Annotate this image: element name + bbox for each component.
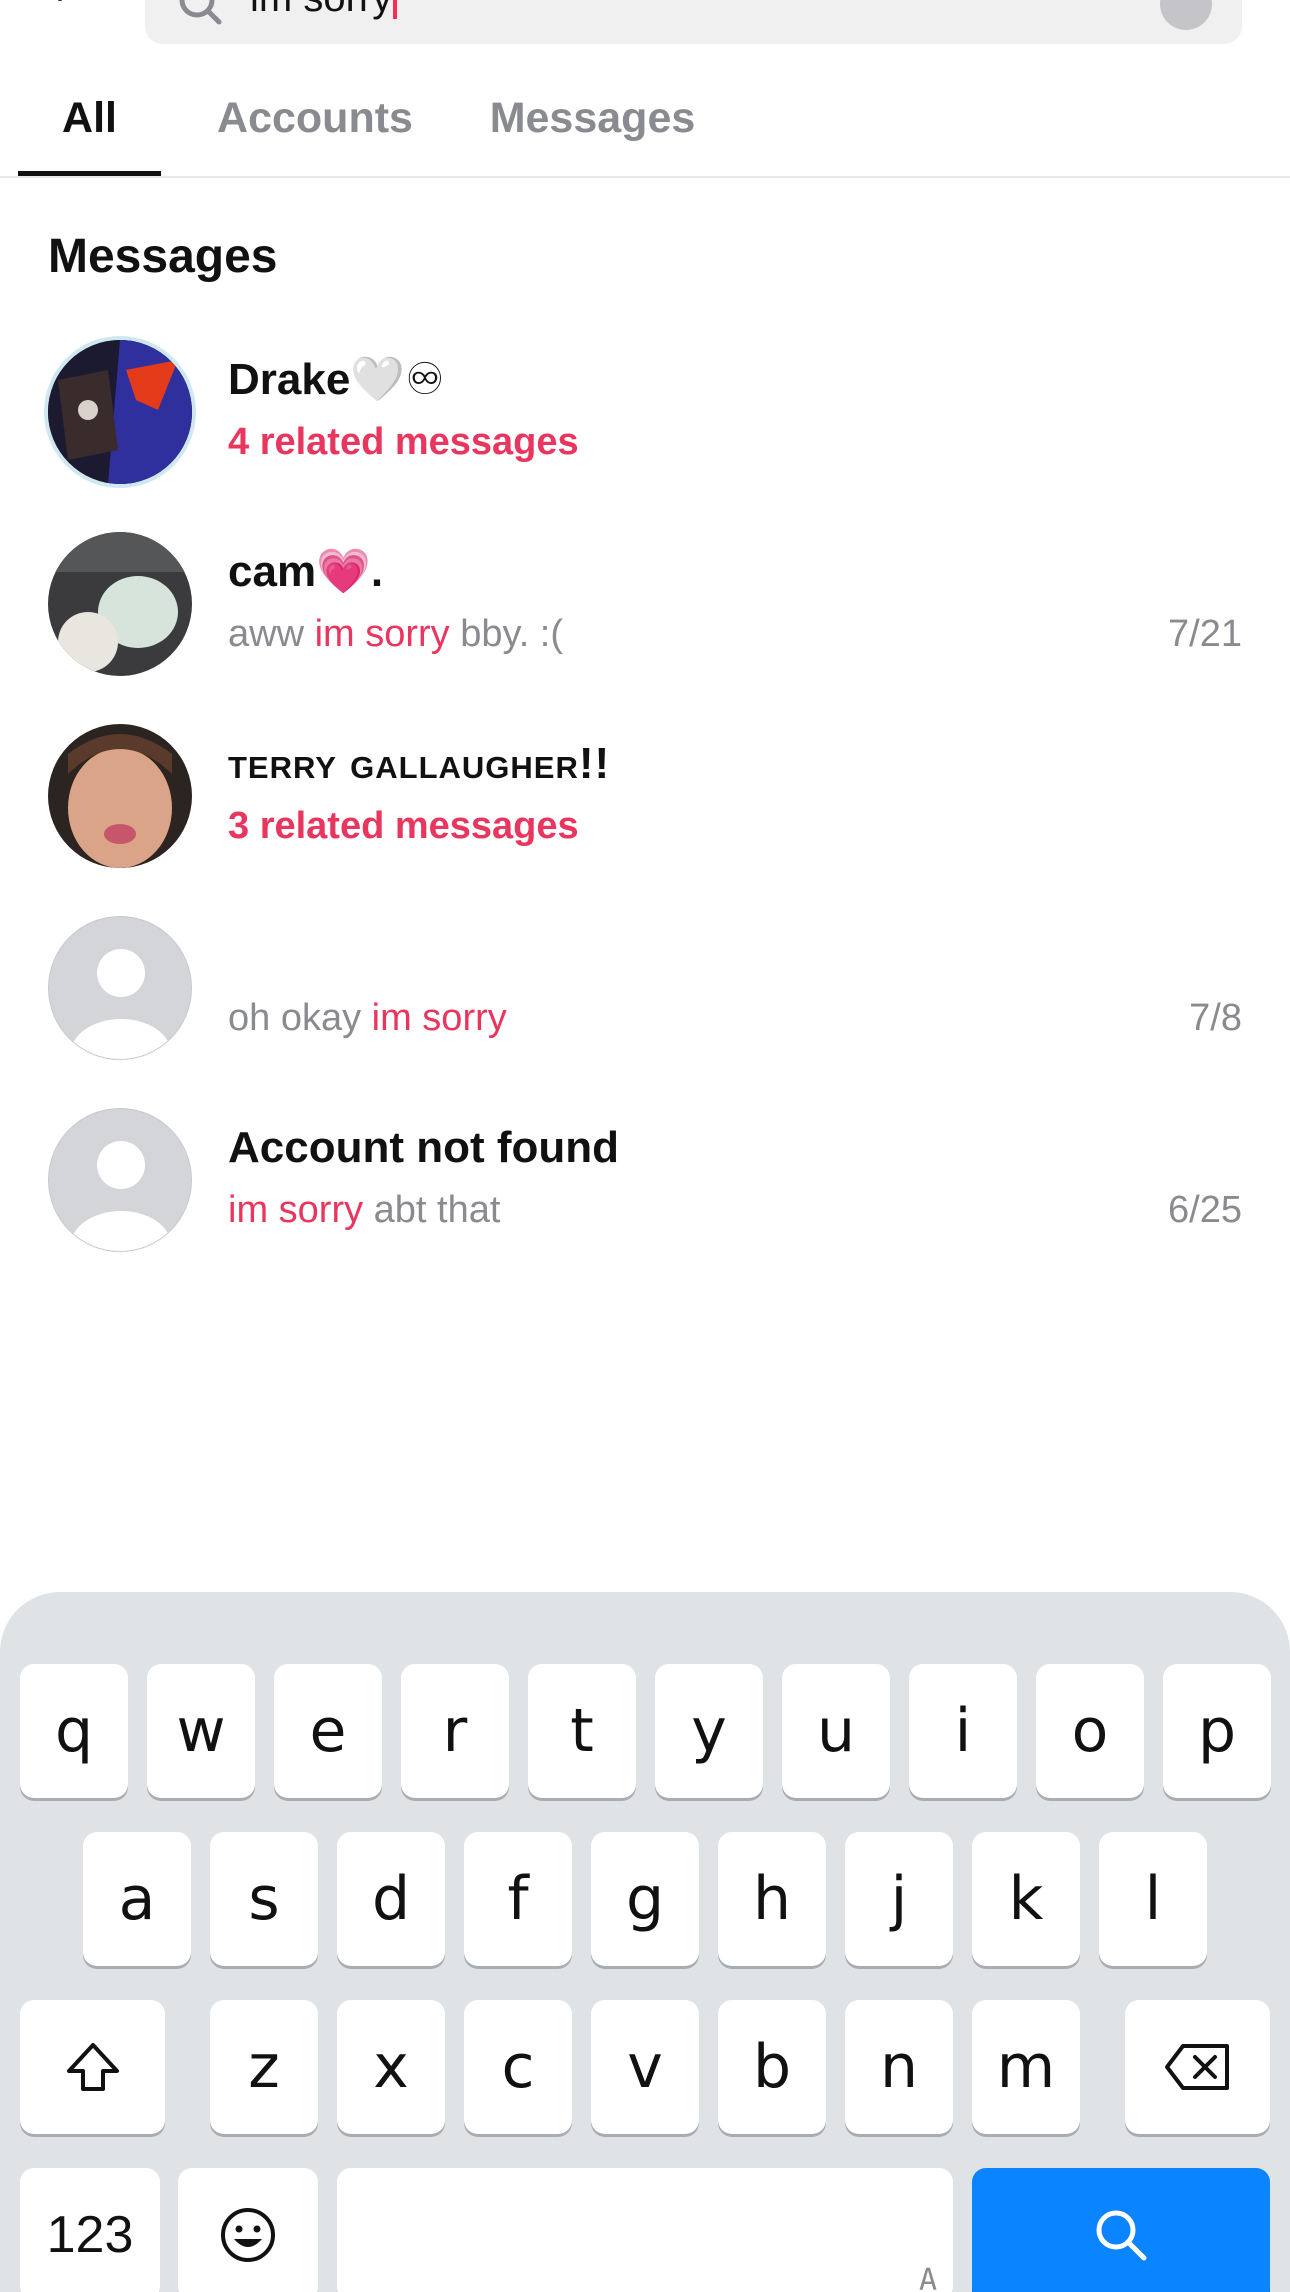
key-n[interactable]: n — [845, 2000, 953, 2134]
default-avatar-icon — [48, 1108, 192, 1252]
related-count: 4 related messages — [228, 421, 579, 463]
message-date: 6/25 — [1168, 1189, 1242, 1231]
text-caret — [393, 0, 398, 19]
key-g[interactable]: g — [591, 1832, 699, 1966]
shift-icon — [66, 2043, 119, 2091]
delete-icon — [1164, 2044, 1229, 2090]
key-z[interactable]: z — [210, 2000, 318, 2134]
key-f[interactable]: f — [464, 1832, 572, 1966]
conversation-name: cam💗. — [228, 547, 384, 596]
avatar — [48, 532, 192, 676]
active-tab-indicator — [18, 171, 161, 176]
key-e[interactable]: e — [274, 1664, 382, 1798]
numbers-key[interactable]: 123 — [20, 2168, 160, 2292]
key-s[interactable]: s — [210, 1832, 318, 1966]
list-item[interactable]: Account not found im sorry abt that 6/25 — [0, 1108, 1290, 1300]
key-t[interactable]: t — [528, 1664, 636, 1798]
key-i[interactable]: i — [909, 1664, 1017, 1798]
match-highlight: im sorry — [314, 613, 450, 655]
message-date: 7/8 — [1189, 997, 1242, 1039]
key-x[interactable]: x — [337, 2000, 445, 2134]
list-item[interactable]: Drake🤍♾ 4 related messages — [0, 340, 1290, 532]
key-r[interactable]: r — [401, 1664, 509, 1798]
search-input[interactable]: im sorry — [145, 0, 1242, 44]
conversation-name: Account not found — [228, 1123, 620, 1172]
emoji-icon — [221, 2208, 275, 2262]
avatar — [48, 340, 192, 484]
key-l[interactable]: l — [1099, 1832, 1207, 1966]
key-o[interactable]: o — [1036, 1664, 1144, 1798]
search-header: im sorry — [0, 0, 1290, 60]
avatar — [48, 724, 192, 868]
match-highlight: im sorry — [371, 997, 507, 1039]
search-query: im sorry — [250, 0, 398, 26]
key-v[interactable]: v — [591, 2000, 699, 2134]
section-title: Messages — [48, 230, 278, 283]
key-p[interactable]: p — [1163, 1664, 1271, 1798]
emoji-key[interactable] — [178, 2168, 318, 2292]
back-arrow-icon[interactable] — [42, 0, 102, 20]
message-preview: im sorry abt that — [228, 1189, 501, 1231]
related-count: 3 related messages — [228, 805, 579, 847]
search-icon — [179, 0, 222, 25]
match-highlight: im sorry — [228, 1189, 364, 1231]
list-item[interactable]: cam💗. aww im sorry bby. :( 7/21 — [0, 532, 1290, 724]
tab-messages[interactable]: Messages — [470, 82, 715, 178]
key-a[interactable]: a — [83, 1832, 191, 1966]
key-u[interactable]: u — [782, 1664, 890, 1798]
search-key[interactable] — [972, 2168, 1270, 2292]
key-c[interactable]: c — [464, 2000, 572, 2134]
default-avatar-icon — [48, 916, 192, 1060]
conversation-name: terry gallaugher!! — [228, 739, 611, 788]
key-y[interactable]: y — [655, 1664, 763, 1798]
search-tabs: All Accounts Messages — [0, 82, 1290, 178]
key-h[interactable]: h — [718, 1832, 826, 1966]
space-bar[interactable]: A — [337, 2168, 953, 2292]
key-b[interactable]: b — [718, 2000, 826, 2134]
message-preview: aww im sorry bby. :( — [228, 613, 564, 655]
list-item[interactable]: oh okay im sorry 7/8 — [0, 916, 1290, 1108]
key-q[interactable]: q — [20, 1664, 128, 1798]
key-d[interactable]: d — [337, 1832, 445, 1966]
tab-all[interactable]: All — [18, 82, 161, 178]
delete-key[interactable] — [1125, 2000, 1270, 2134]
on-screen-keyboard: q w e r t y u i o p a s d f g h j k l z … — [0, 1592, 1290, 2292]
key-j[interactable]: j — [845, 1832, 953, 1966]
key-m[interactable]: m — [972, 2000, 1080, 2134]
shift-key[interactable] — [20, 2000, 165, 2134]
clear-search-button[interactable] — [1160, 0, 1212, 30]
message-preview: oh okay im sorry — [228, 997, 507, 1039]
list-item[interactable]: terry gallaugher!! 3 related messages — [0, 724, 1290, 916]
key-k[interactable]: k — [972, 1832, 1080, 1966]
message-date: 7/21 — [1168, 613, 1242, 655]
search-icon — [1096, 2210, 1147, 2261]
space-hint: A — [918, 2263, 937, 2292]
conversation-name: Drake🤍♾ — [228, 355, 445, 404]
tab-accounts[interactable]: Accounts — [200, 82, 430, 178]
key-w[interactable]: w — [147, 1664, 255, 1798]
